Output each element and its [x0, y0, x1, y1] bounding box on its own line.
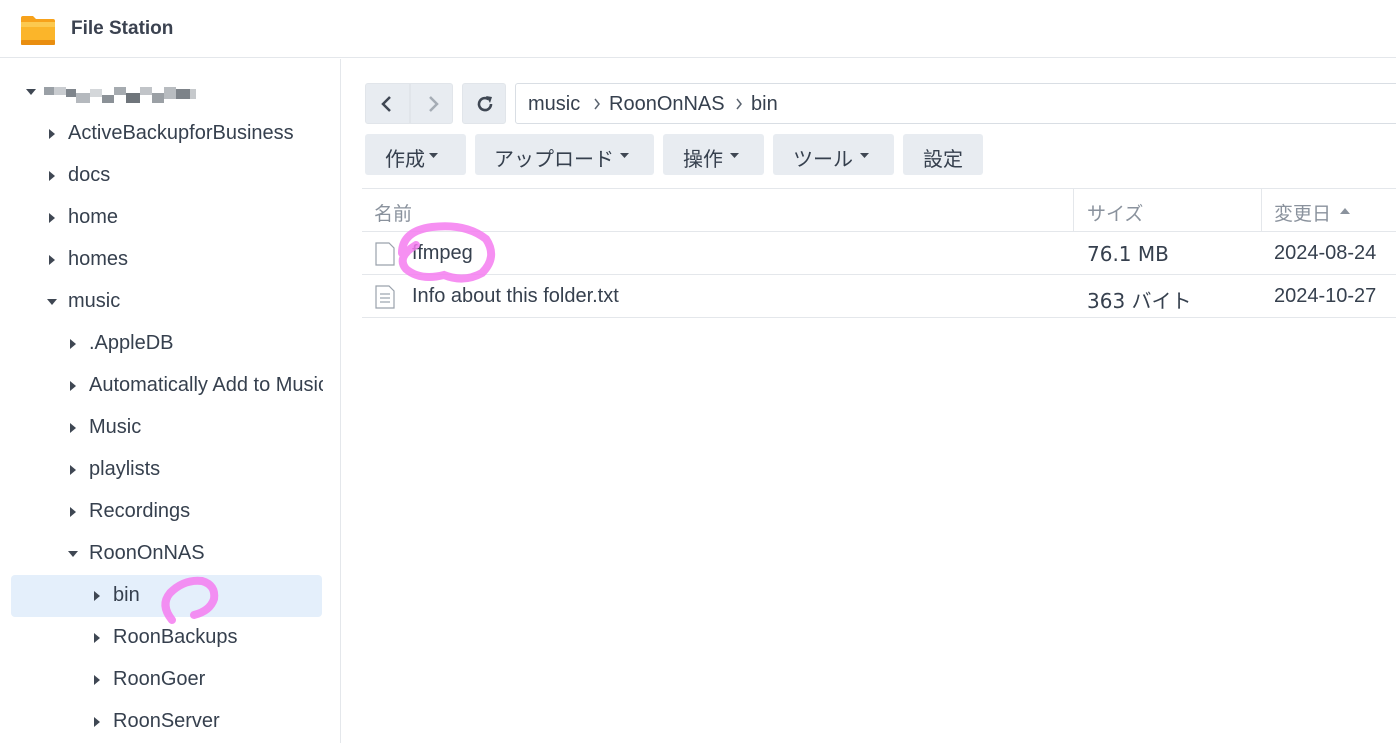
column-size[interactable]: サイズ: [1087, 199, 1143, 226]
chevron-left-icon: [381, 96, 391, 112]
tree-item-homes[interactable]: homes: [0, 239, 340, 281]
tree-item-label: ActiveBackupforBusiness: [68, 122, 294, 144]
action-label: 操作: [683, 147, 723, 171]
file-modified: 2024-08-24: [1274, 242, 1377, 264]
upload-button[interactable]: アップロード: [475, 134, 654, 175]
file-name[interactable]: Info about this folder.txt: [412, 285, 619, 308]
caret-right-icon[interactable]: [91, 673, 103, 687]
settings-button[interactable]: 設定: [903, 134, 983, 175]
sort-ascending-icon[interactable]: [1340, 208, 1350, 214]
caret-right-icon[interactable]: [46, 211, 58, 225]
caret-down-icon[interactable]: [46, 295, 58, 309]
folder-tree-sidebar: ActiveBackupforBusiness docs home homes …: [0, 59, 341, 743]
file-name[interactable]: ffmpeg: [412, 242, 473, 265]
forward-button[interactable]: [410, 83, 453, 124]
column-divider[interactable]: [1261, 189, 1262, 231]
breadcrumb-item[interactable]: music: [528, 93, 580, 116]
caret-right-icon[interactable]: [67, 379, 79, 393]
tree-item-label: bin: [113, 584, 140, 606]
caret-down-icon[interactable]: [67, 547, 79, 561]
tree-item-label: docs: [68, 164, 111, 186]
tree-item-label: Music: [89, 416, 142, 438]
tree-item-appledb[interactable]: .AppleDB: [0, 323, 340, 365]
tree-item-roonserver[interactable]: RoonServer: [0, 701, 340, 743]
column-divider[interactable]: [1073, 189, 1074, 231]
tree-item-music-sub[interactable]: Music: [0, 407, 340, 449]
file-size: 76.1 MB: [1087, 242, 1169, 266]
caret-down-icon: [429, 153, 438, 158]
tree-item-music[interactable]: music: [0, 281, 340, 323]
caret-down-icon: [860, 153, 869, 158]
chevron-right-icon: [429, 96, 439, 112]
caret-right-icon[interactable]: [46, 253, 58, 267]
tree-item-automatically-add[interactable]: Automatically Add to Music: [0, 365, 340, 407]
caret-right-icon[interactable]: [91, 715, 103, 729]
caret-right-icon[interactable]: [67, 463, 79, 477]
refresh-icon: [477, 96, 493, 112]
caret-right-icon[interactable]: [67, 421, 79, 435]
tree-item-label: RoonOnNAS: [89, 542, 205, 564]
caret-right-icon[interactable]: [91, 589, 103, 603]
tree-item-label: home: [68, 206, 119, 228]
tools-button[interactable]: ツール: [773, 134, 894, 175]
caret-down-icon[interactable]: [25, 85, 37, 99]
caret-down-icon: [620, 153, 629, 158]
tree-item-label: .AppleDB: [89, 332, 174, 354]
selection-highlight: [11, 575, 322, 617]
action-button[interactable]: 操作: [663, 134, 764, 175]
tree-item-activebackup[interactable]: ActiveBackupforBusiness: [0, 113, 340, 155]
file-size: 363 バイト: [1087, 289, 1192, 313]
tree-item-roononnas[interactable]: RoonOnNAS: [0, 533, 340, 575]
tree-item-roonbackups[interactable]: RoonBackups: [0, 617, 340, 659]
table-row[interactable]: ffmpeg 76.1 MB 2024-08-24: [362, 232, 1396, 275]
chevron-right-icon: [594, 98, 600, 110]
column-modified[interactable]: 変更日: [1274, 199, 1331, 226]
title-bar: File Station: [0, 0, 1396, 58]
refresh-button[interactable]: [462, 83, 506, 124]
tree-item-label: Recordings: [89, 500, 191, 522]
tools-label: ツール: [793, 147, 853, 171]
text-file-icon: [375, 285, 395, 309]
tree-item-recordings[interactable]: Recordings: [0, 491, 340, 533]
tree-item-label: homes: [68, 248, 129, 270]
app-title: File Station: [71, 18, 174, 39]
tree-item-playlists[interactable]: playlists: [0, 449, 340, 491]
chevron-right-icon: [736, 98, 742, 110]
main-panel: music RoonOnNAS bin 作成 アップロード 操作 ツール 設定 …: [342, 59, 1396, 743]
redacted-name: [44, 87, 196, 103]
create-button[interactable]: 作成: [365, 134, 466, 175]
create-label: 作成: [385, 147, 425, 171]
tree-item-roongoer[interactable]: RoonGoer: [0, 659, 340, 701]
file-station-folder-icon: [21, 16, 55, 45]
breadcrumb-item[interactable]: RoonOnNAS: [609, 93, 725, 116]
blank-file-icon: [375, 242, 395, 266]
caret-right-icon[interactable]: [46, 169, 58, 183]
caret-right-icon[interactable]: [46, 127, 58, 141]
file-modified: 2024-10-27: [1274, 285, 1377, 307]
table-row[interactable]: Info about this folder.txt 363 バイト 2024-…: [362, 275, 1396, 318]
tree-item-bin[interactable]: bin: [0, 575, 340, 617]
caret-right-icon[interactable]: [91, 631, 103, 645]
tree-item-docs[interactable]: docs: [0, 155, 340, 197]
tree-root-shared[interactable]: [0, 71, 340, 113]
settings-label: 設定: [923, 147, 963, 171]
file-grid-header: 名前 サイズ 変更日: [362, 188, 1396, 232]
column-name[interactable]: 名前: [374, 199, 412, 226]
breadcrumb[interactable]: music RoonOnNAS bin: [515, 83, 1396, 124]
upload-label: アップロード: [494, 147, 614, 171]
caret-down-icon: [730, 153, 739, 158]
tree-item-label: Automatically Add to Music: [89, 374, 323, 396]
tree-item-home[interactable]: home: [0, 197, 340, 239]
tree-item-label: RoonGoer: [113, 668, 206, 690]
tree-item-label: RoonBackups: [113, 626, 238, 648]
breadcrumb-item[interactable]: bin: [751, 93, 778, 116]
caret-right-icon[interactable]: [67, 505, 79, 519]
tree-item-label: playlists: [89, 458, 161, 480]
tree-item-label: RoonServer: [113, 710, 220, 732]
back-button[interactable]: [365, 83, 410, 124]
tree-item-label: music: [68, 290, 121, 312]
caret-right-icon[interactable]: [67, 337, 79, 351]
